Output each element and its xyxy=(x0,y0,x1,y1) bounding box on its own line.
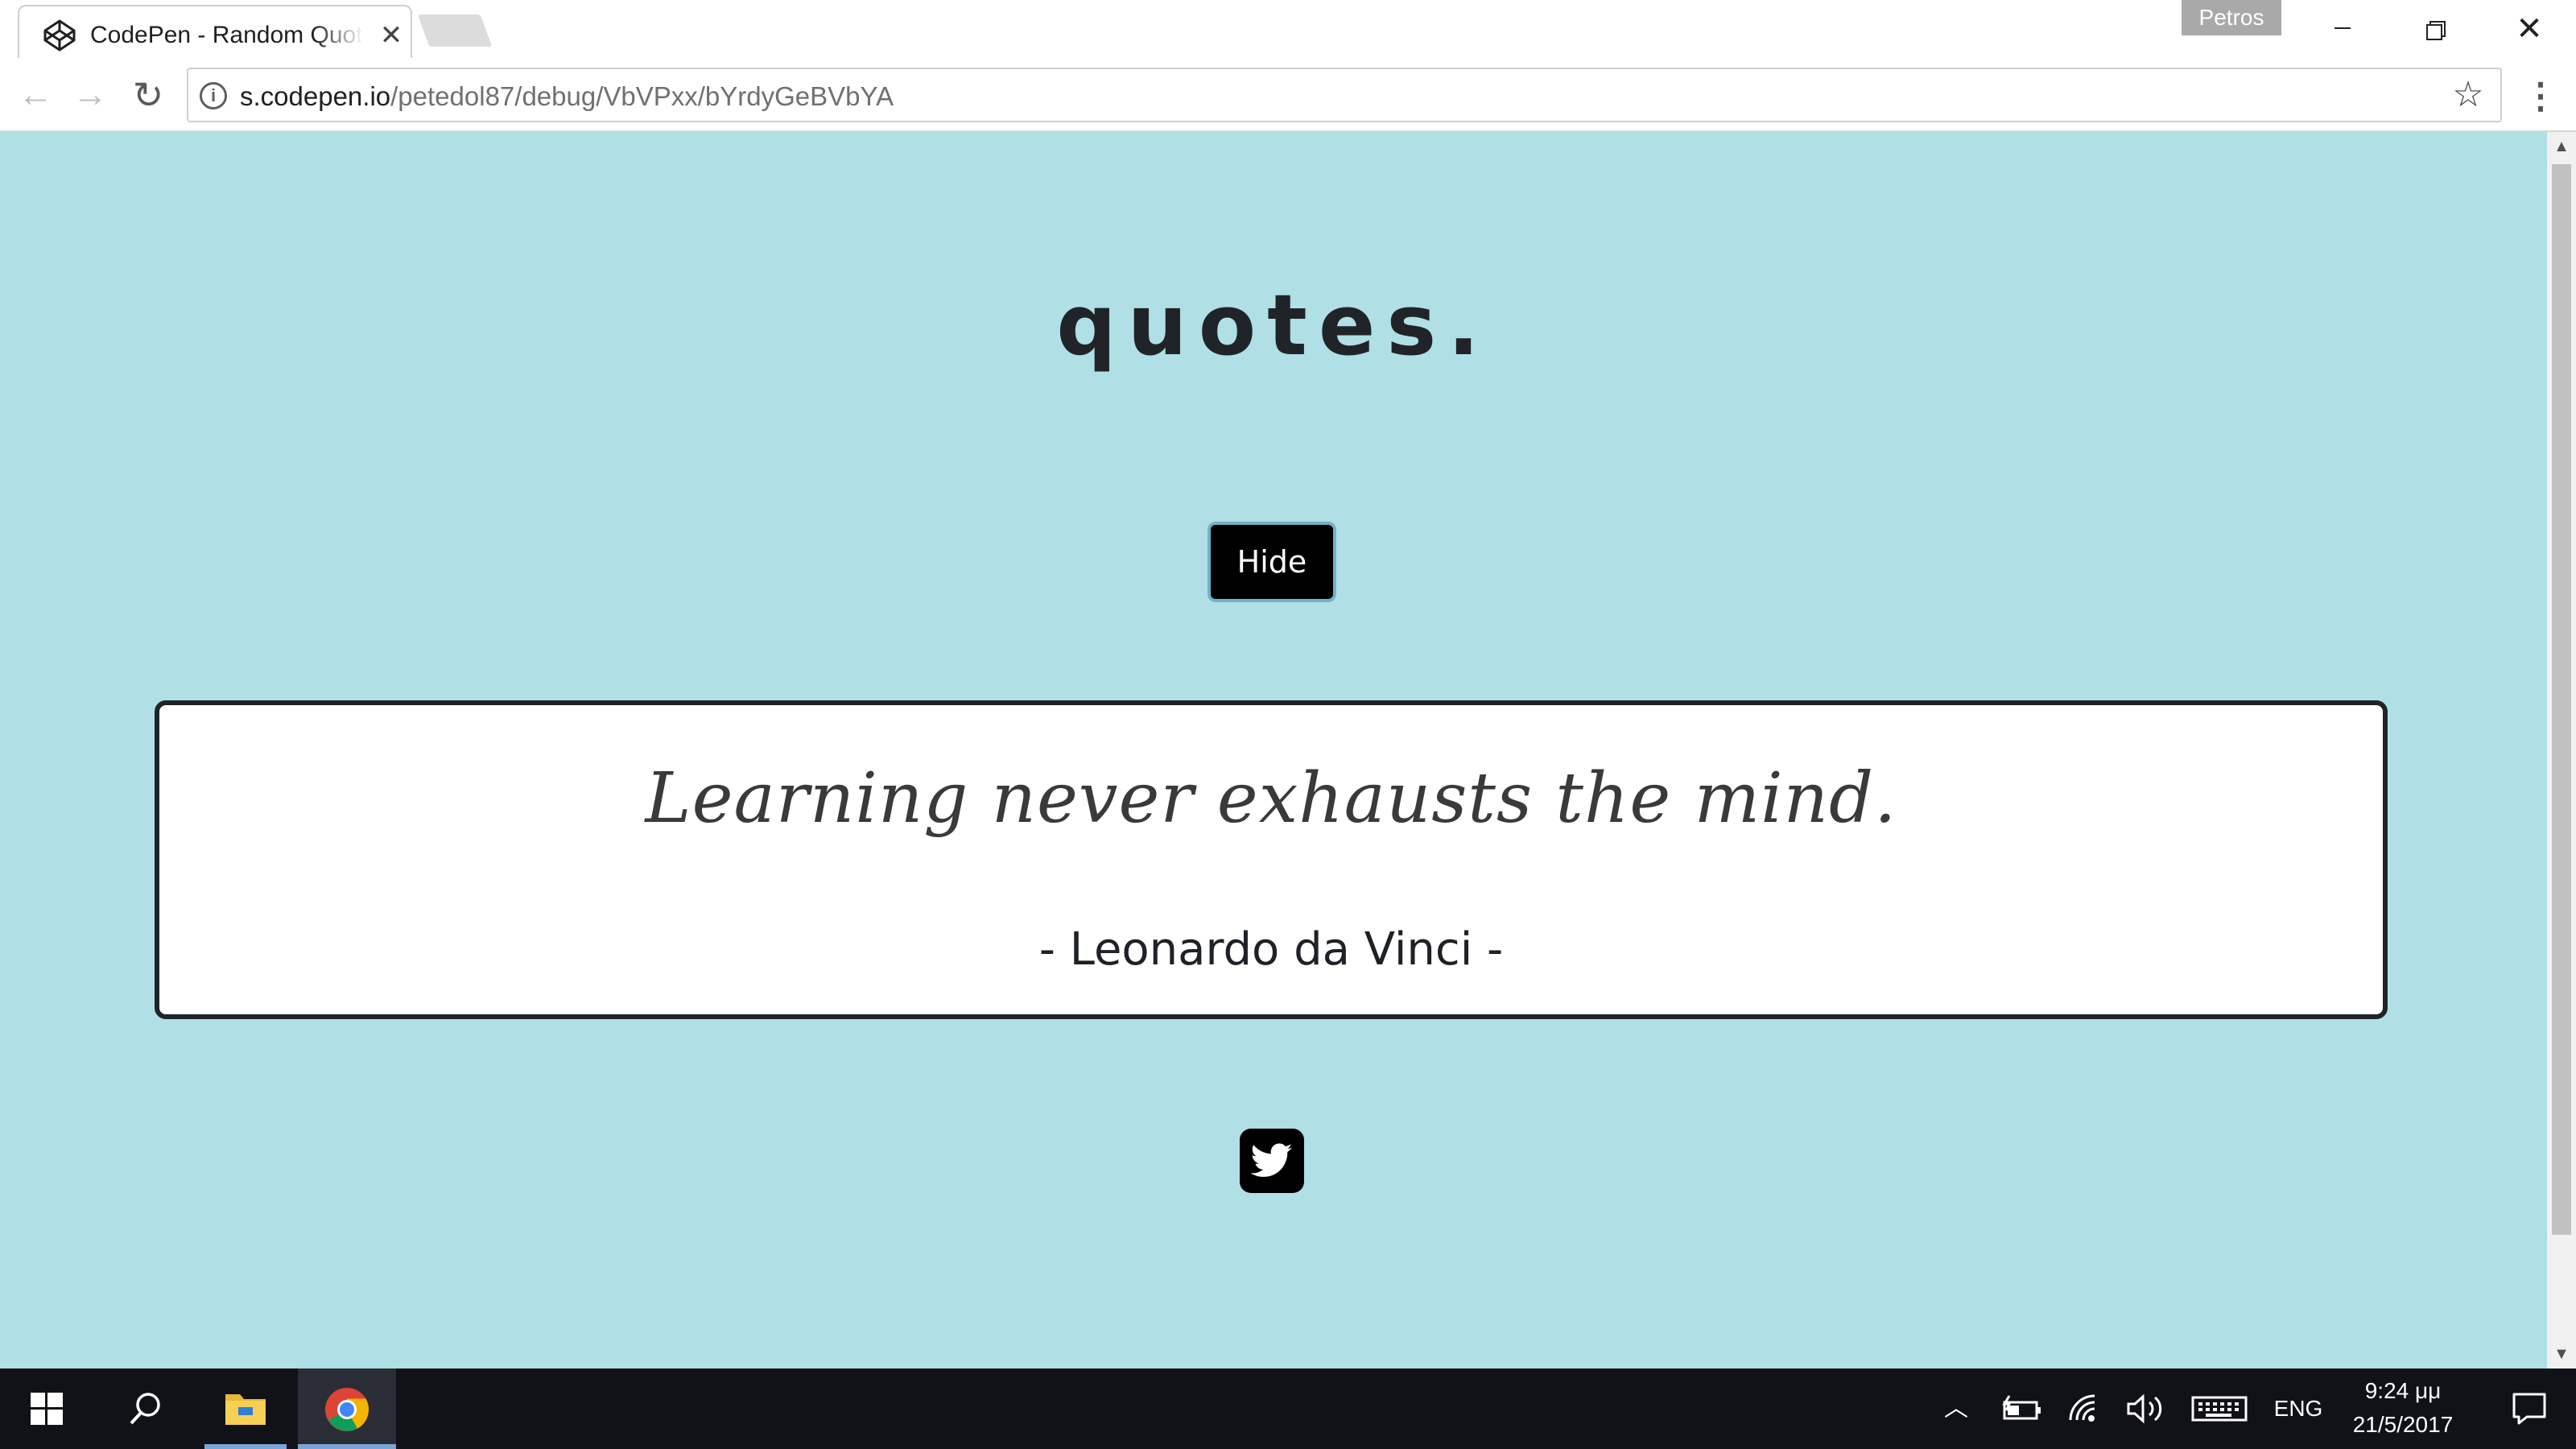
network-icon[interactable] xyxy=(2066,1393,2104,1425)
language-indicator[interactable]: ENG xyxy=(2270,1393,2326,1425)
tab-close-icon[interactable]: ✕ xyxy=(377,21,406,50)
clock-time: 9:24 μμ xyxy=(2364,1378,2442,1403)
address-url[interactable]: s.codepen.io/petedol87/debug/VbVPxx/bYrd… xyxy=(240,79,894,114)
reload-icon[interactable]: ↻ xyxy=(126,72,171,118)
codepen-icon xyxy=(42,18,77,53)
page-scrollbar[interactable]: ▲ ▼ xyxy=(2547,132,2576,1368)
url-path: /petedol87/debug/VbVPxx/bYrdyGeBVbYA xyxy=(390,81,894,111)
clock-date: 21/5/2017 xyxy=(2352,1412,2454,1437)
scroll-thumb[interactable] xyxy=(2552,164,2571,1235)
window-close-icon[interactable]: ✕ xyxy=(2483,0,2576,58)
tab-strip: CodePen - Random Quote Machine ✕ Petros … xyxy=(0,0,2576,58)
url-host: s.codepen.io xyxy=(240,81,391,111)
browser-tab[interactable]: CodePen - Random Quote Machine ✕ xyxy=(18,5,412,58)
twitter-icon xyxy=(1251,1143,1293,1177)
keyboard-icon[interactable] xyxy=(2191,1393,2248,1425)
forward-arrow-icon[interactable]: → xyxy=(68,72,113,118)
profile-badge[interactable]: Petros xyxy=(2182,0,2281,35)
action-center-icon[interactable] xyxy=(2487,1368,2571,1449)
new-tab-button[interactable] xyxy=(417,14,493,47)
info-icon[interactable]: i xyxy=(200,82,227,109)
tray-clock[interactable]: 9:24 μμ 21/5/2017 xyxy=(2334,1375,2471,1444)
browser-toolbar: ← → ↻ i s.codepen.io/petedol87/debug/VbV… xyxy=(0,58,2576,132)
tab-title: CodePen - Random Quote Machine xyxy=(90,22,364,48)
restore-icon[interactable] xyxy=(2388,0,2481,58)
minimize-icon[interactable] xyxy=(2294,0,2388,58)
back-arrow-icon[interactable]: ← xyxy=(13,72,58,118)
scroll-up-icon[interactable]: ▲ xyxy=(2547,132,2576,161)
address-bar[interactable]: i s.codepen.io/petedol87/debug/VbVPxx/bY… xyxy=(187,68,2502,122)
file-explorer-icon[interactable] xyxy=(201,1368,290,1449)
tray-chevron-icon[interactable]: ︿ xyxy=(1940,1393,1972,1425)
quote-text: Learning never exhausts the mind. xyxy=(645,758,1897,839)
bookmark-star-icon[interactable]: ☆ xyxy=(2447,74,2489,116)
search-icon[interactable] xyxy=(98,1368,192,1449)
battery-icon[interactable] xyxy=(2000,1393,2043,1425)
volume-icon[interactable] xyxy=(2125,1393,2167,1425)
windows-start-icon[interactable] xyxy=(0,1368,93,1449)
hide-button[interactable]: Hide xyxy=(1208,522,1336,602)
page-title: quotes. xyxy=(1056,276,1491,374)
windows-taskbar: ︿ ENG 9:24 μμ 21/5/2017 xyxy=(0,1368,2576,1449)
quote-card: Learning never exhausts the mind. - Leon… xyxy=(155,700,2388,1019)
browser-menu-icon[interactable]: ⋮ xyxy=(2518,74,2563,119)
chrome-icon[interactable] xyxy=(298,1368,396,1449)
tweet-button[interactable] xyxy=(1240,1129,1304,1193)
quote-author: - Leonardo da Vinci - xyxy=(1038,923,1504,976)
scroll-down-icon[interactable]: ▼ xyxy=(2547,1340,2576,1368)
page-viewport: quotes. Hide Learning never exhausts the… xyxy=(0,132,2547,1368)
